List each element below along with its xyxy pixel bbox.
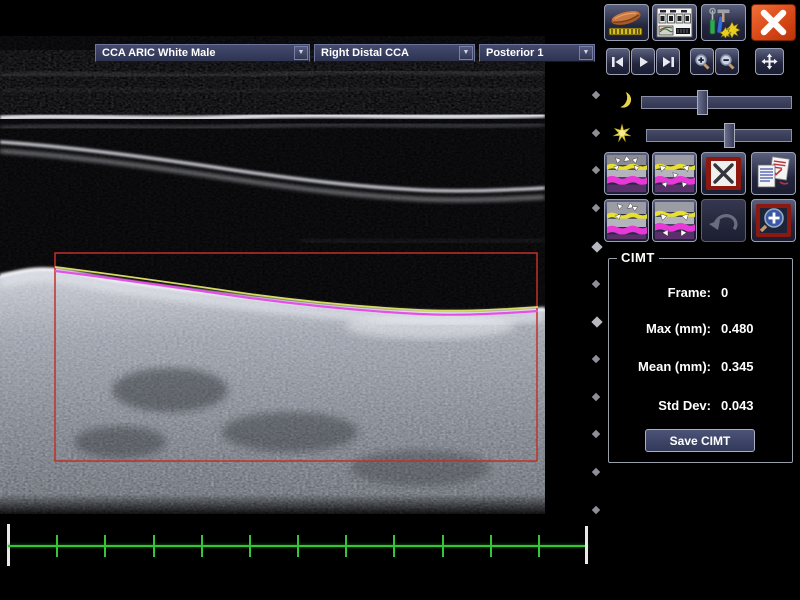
copy-report-icon [754,156,793,191]
diamond-marker-icon [592,392,600,400]
wall-nudge-icon [606,201,647,240]
frame-label: Frame: [609,285,711,300]
ruler-tick [297,535,299,557]
mean-row: Mean (mm): 0.345 [609,359,792,374]
close-icon [752,5,795,40]
moon-icon [614,90,634,110]
zoom-in-button[interactable] [690,48,714,75]
play-icon [635,54,651,70]
ruler-tick [56,535,58,557]
cimt-panel-title: CIMT [617,250,659,265]
mean-label: Mean (mm): [609,359,711,374]
chevron-down-icon[interactable]: ▼ [294,46,308,60]
diamond-marker-icon [592,128,600,136]
tools-icon [705,7,742,38]
last-frame-icon [660,54,676,70]
chevron-down-icon[interactable]: ▼ [579,46,593,60]
zoom-out-icon [718,53,736,71]
undo-icon [707,207,741,235]
probe-ruler-icon [606,6,647,39]
application-window: CCA ARIC White Male ▼ Right Distal CCA ▼… [0,0,800,600]
play-button[interactable] [631,48,655,75]
wall-center-button[interactable] [652,199,697,242]
mean-value: 0.345 [721,359,754,374]
ruler-tick [201,535,203,557]
ruler-tick [104,535,106,557]
diamond-marker-icon [592,505,600,513]
diamond-marker-icon [592,166,600,174]
exam-type-dropdown[interactable]: CCA ARIC White Male ▼ [95,44,310,62]
location-label: Right Distal CCA [315,47,459,59]
ruler-tick [490,535,492,557]
wall-expand-button[interactable] [604,152,649,195]
last-frame-button[interactable] [656,48,680,75]
ultrasound-render [0,36,545,514]
close-button[interactable] [751,4,796,41]
std-dev-label: Std Dev: [609,398,711,413]
diamond-marker-icon [592,430,600,438]
ruler [0,524,600,570]
wall-collapse-button[interactable] [652,152,697,195]
diamond-marker-icon [592,279,600,287]
zoom-out-button[interactable] [715,48,739,75]
cimt-panel: CIMT Frame: 0 Max (mm): 0.480 Mean (mm):… [608,258,793,463]
location-dropdown[interactable]: Right Distal CCA ▼ [314,44,475,62]
zoom-in-icon [693,53,711,71]
brightness-slider[interactable] [641,96,792,109]
diamond-marker-icon [592,355,600,363]
report-grid-icon [656,7,693,38]
max-row: Max (mm): 0.480 [609,321,792,336]
pan-button[interactable] [755,48,784,75]
diamond-marker-icon [592,468,600,476]
ruler-tick [393,535,395,557]
delete-trace-button[interactable] [701,152,746,195]
wall-collapse-icon [654,154,695,193]
diamond-marker-icon [592,204,600,212]
ruler-tick [249,535,251,557]
frame-row: Frame: 0 [609,285,792,300]
wall-nudge-button[interactable] [604,199,649,242]
ruler-tick [442,535,444,557]
diamond-marker-icon [591,241,602,252]
contrast-slider[interactable] [646,129,792,142]
wall-expand-icon [606,154,647,193]
undo-button[interactable] [701,199,746,242]
ultrasound-image[interactable] [0,36,545,514]
first-frame-icon [610,54,626,70]
ruler-tick [153,535,155,557]
ruler-tick [538,535,540,557]
ruler-tick [345,535,347,557]
copy-report-button[interactable] [751,152,796,195]
magnify-roi-button[interactable] [751,199,796,242]
angle-label: Posterior 1 [480,47,579,59]
save-cimt-button[interactable]: Save CIMT [645,429,755,452]
max-label: Max (mm): [609,321,711,336]
probe-settings-button[interactable] [604,4,649,41]
magnify-roi-icon [755,203,792,238]
delete-trace-icon [705,156,742,191]
settings-tools-button[interactable] [701,4,746,41]
brightness-slider-thumb[interactable] [697,90,708,115]
std-dev-row: Std Dev: 0.043 [609,398,792,413]
angle-dropdown[interactable]: Posterior 1 ▼ [479,44,595,62]
exam-type-label: CCA ARIC White Male [96,47,294,59]
diamond-marker-icon [591,317,602,328]
contrast-slider-thumb[interactable] [724,123,735,148]
std-dev-value: 0.043 [721,398,754,413]
max-value: 0.480 [721,321,754,336]
report-button[interactable] [652,4,697,41]
diamond-marker-icon [592,91,600,99]
pan-icon [761,53,778,70]
chevron-down-icon[interactable]: ▼ [459,46,473,60]
sun-icon [612,123,632,143]
frame-value: 0 [721,285,728,300]
ruler-right-cap [585,526,588,564]
first-frame-button[interactable] [606,48,630,75]
wall-center-icon [654,201,695,240]
